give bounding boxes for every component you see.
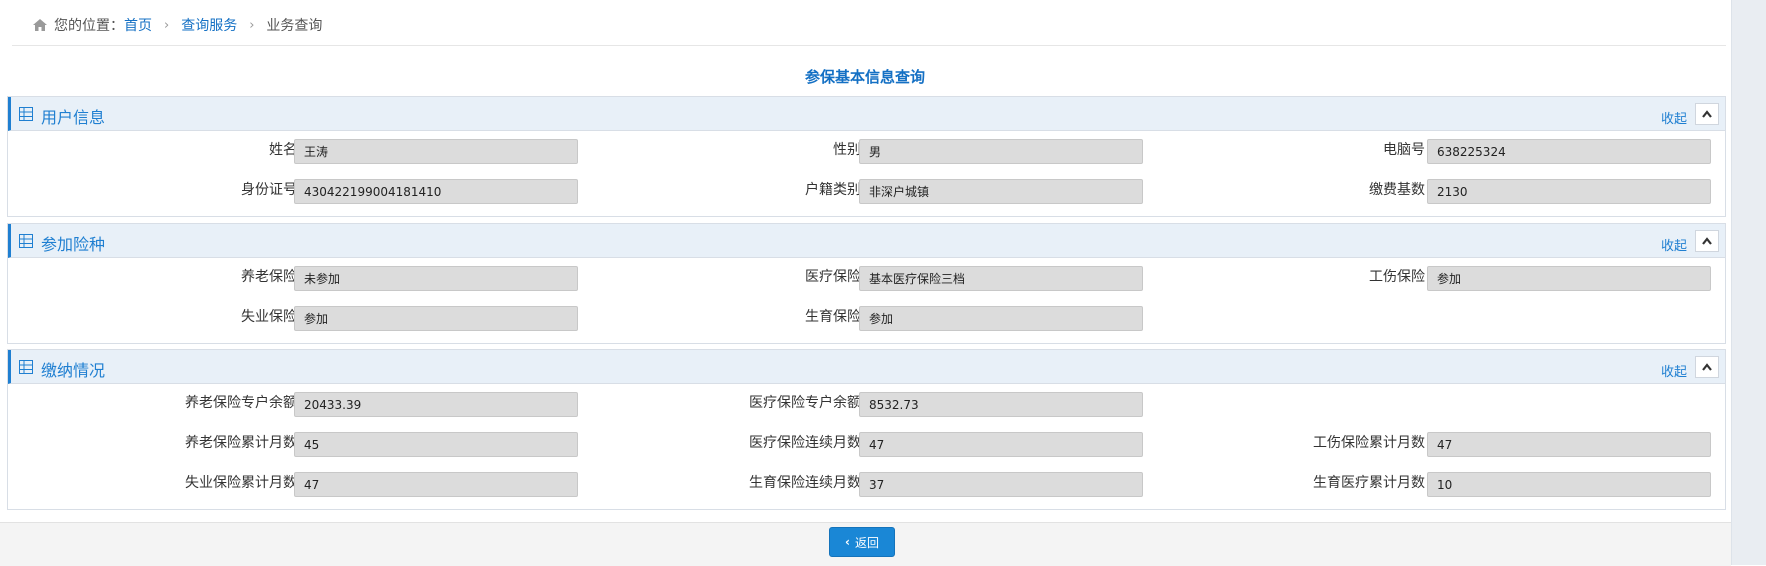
label-pension-balance: 养老保险专户余额 (185, 395, 297, 411)
breadcrumb-prefix: 您的位置： (54, 18, 124, 34)
label-maternity-medical-months: 生育医疗累计月数 (1313, 475, 1425, 491)
label-medical-balance: 医疗保险专户余额 (749, 395, 861, 411)
label-medical: 医疗保险 (805, 269, 861, 285)
label-maternity-cont-months: 生育保险连续月数 (749, 475, 861, 491)
medical-cont-months-field[interactable] (859, 432, 1143, 457)
scrollbar-track[interactable] (1731, 0, 1766, 565)
breadcrumb-separator-icon: › (249, 17, 255, 33)
collapse-link[interactable]: 收起 (1661, 108, 1687, 127)
label-maternity: 生育保险 (805, 309, 861, 325)
collapse-link[interactable]: 收起 (1661, 235, 1687, 254)
panel-title: 用户信息 (41, 108, 106, 127)
panel-title: 参加险种 (41, 235, 106, 254)
breadcrumb-home-link[interactable]: 首页 (124, 15, 152, 35)
breadcrumb-current: 业务查询 (266, 18, 323, 34)
injury-field[interactable] (1427, 266, 1711, 291)
label-unemployment-months: 失业保险累计月数 (185, 475, 297, 491)
injury-months-field[interactable] (1427, 432, 1711, 457)
pc-number-field[interactable] (1427, 139, 1711, 164)
panel-title: 缴纳情况 (41, 361, 106, 380)
panel-insurance-types: 参加险种 收起 养老保险 医疗保险 工伤保险 失业保险 生育保险 (7, 223, 1726, 344)
medical-balance-field[interactable] (859, 392, 1143, 417)
breadcrumb-separator-icon: › (164, 17, 170, 33)
collapse-toggle-button[interactable] (1695, 103, 1719, 125)
label-pc-number: 电脑号 (1383, 142, 1425, 158)
payment-base-field[interactable] (1427, 179, 1711, 204)
panel-header: 参加险种 收起 (8, 224, 1725, 258)
home-icon (33, 19, 47, 31)
label-pension: 养老保险 (241, 269, 297, 285)
maternity-medical-months-field[interactable] (1427, 472, 1711, 497)
panel-user-info: 用户信息 收起 姓名 性别 电脑号 身份证号 户籍类别 缴费基数 (7, 96, 1726, 217)
label-gender: 性别 (833, 142, 861, 158)
panel-header: 用户信息 收起 (8, 97, 1725, 131)
breadcrumb-service-link[interactable]: 查询服务 (181, 15, 237, 35)
chevron-up-icon (1702, 363, 1712, 371)
back-button-label: 返回 (854, 535, 879, 550)
breadcrumb: 您的位置： 首页 › 查询服务 › 业务查询 (32, 14, 322, 36)
collapse-toggle-button[interactable] (1695, 356, 1719, 378)
pension-field[interactable] (294, 266, 578, 291)
label-unemployment: 失业保险 (241, 309, 297, 325)
maternity-field[interactable] (859, 306, 1143, 331)
hukou-type-field[interactable] (859, 179, 1143, 204)
label-injury: 工伤保险 (1369, 269, 1425, 285)
chevron-up-icon (1702, 110, 1712, 118)
id-number-field[interactable] (294, 179, 578, 204)
label-payment-base: 缴费基数 (1369, 182, 1425, 198)
name-field[interactable] (294, 139, 578, 164)
collapse-link[interactable]: 收起 (1661, 361, 1687, 380)
medical-field[interactable] (859, 266, 1143, 291)
chevron-left-icon: ‹ (845, 535, 850, 549)
list-table-icon (19, 107, 33, 121)
list-table-icon (19, 234, 33, 248)
pension-balance-field[interactable] (294, 392, 578, 417)
panel-header: 缴纳情况 收起 (8, 350, 1725, 384)
back-button[interactable]: ‹ 返回 (829, 527, 895, 557)
label-name: 姓名 (269, 142, 297, 158)
gender-field[interactable] (859, 139, 1143, 164)
collapse-toggle-button[interactable] (1695, 230, 1719, 252)
unemployment-months-field[interactable] (294, 472, 578, 497)
unemployment-field[interactable] (294, 306, 578, 331)
pension-months-field[interactable] (294, 432, 578, 457)
chevron-up-icon (1702, 237, 1712, 245)
label-medical-cont-months: 医疗保险连续月数 (749, 435, 861, 451)
maternity-cont-months-field[interactable] (859, 472, 1143, 497)
label-hukou-type: 户籍类别 (805, 182, 861, 198)
panel-payment-status: 缴纳情况 收起 养老保险专户余额 医疗保险专户余额 养老保险累计月数 医疗保险连… (7, 349, 1726, 510)
page-title: 参保基本信息查询 (804, 68, 925, 86)
list-table-icon (19, 360, 33, 374)
label-injury-months: 工伤保险累计月数 (1313, 435, 1425, 451)
label-id-number: 身份证号 (241, 182, 297, 198)
breadcrumb-divider (12, 45, 1726, 46)
label-pension-months: 养老保险累计月数 (185, 435, 297, 451)
